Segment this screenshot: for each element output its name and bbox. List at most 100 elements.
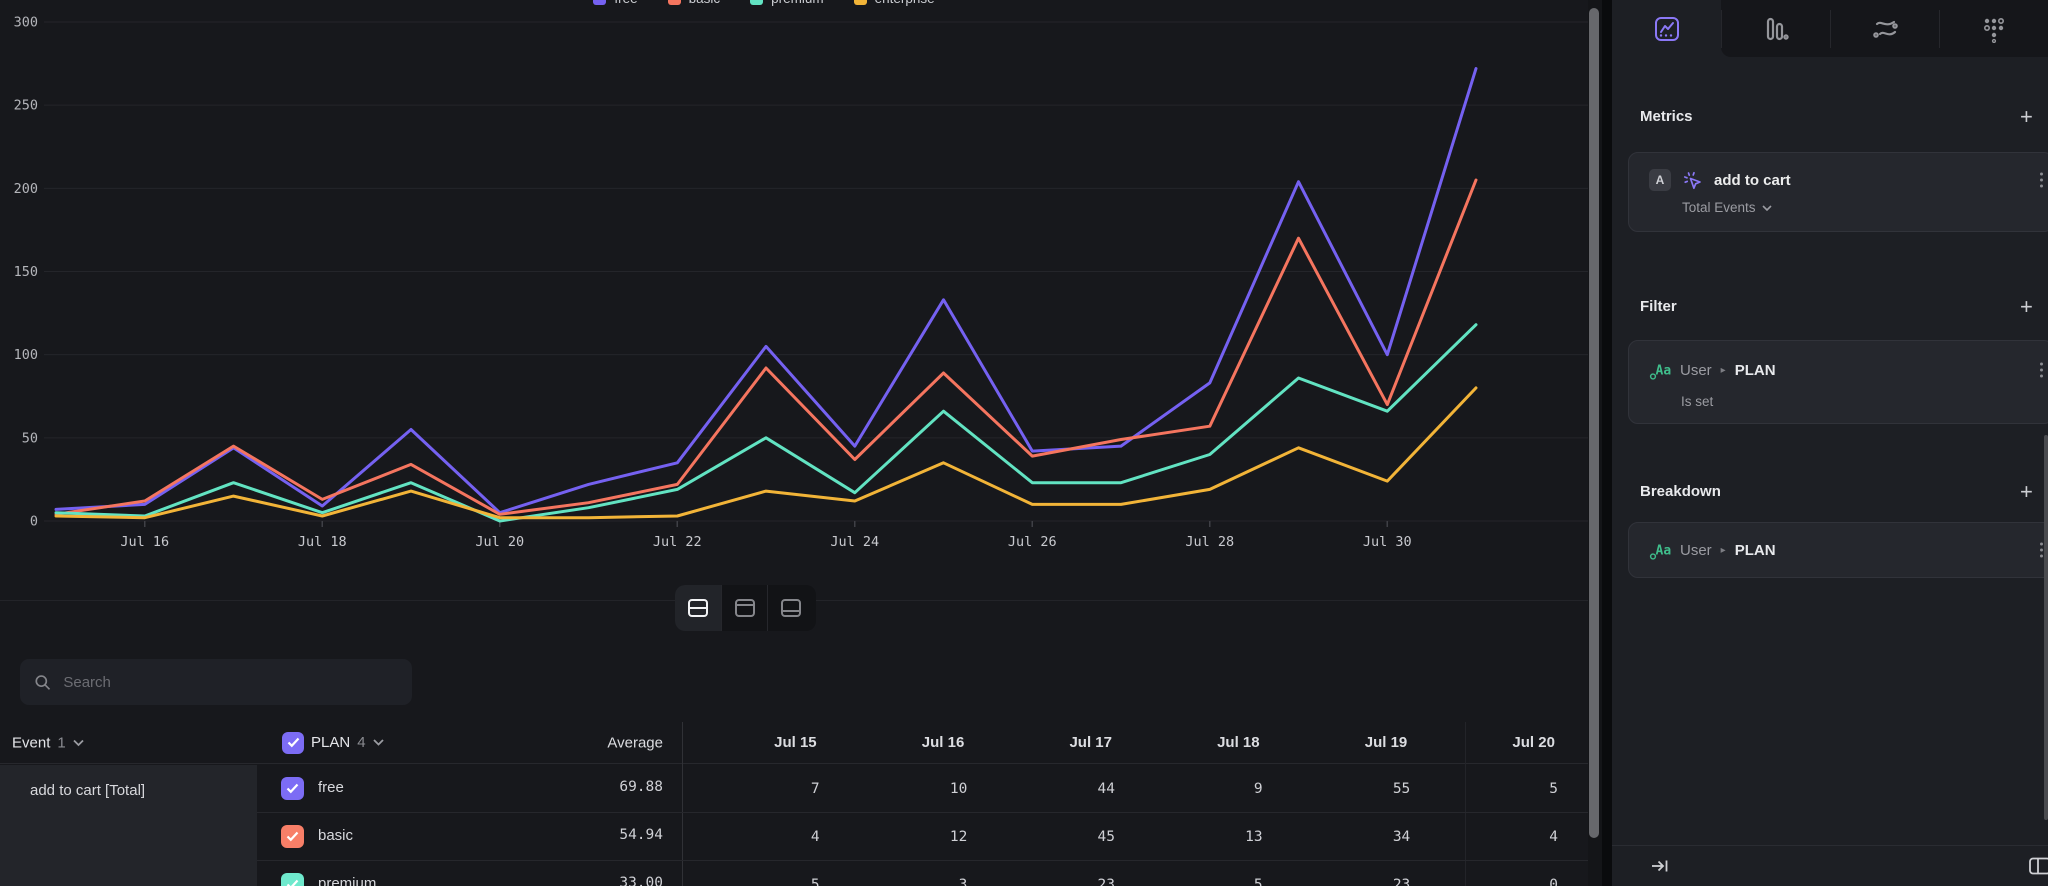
breadcrumb-arrow-icon: ▸ bbox=[1721, 545, 1726, 556]
metric-measure-dropdown[interactable]: Total Events bbox=[1682, 200, 1772, 215]
vertical-scrollbar[interactable] bbox=[1589, 8, 1599, 838]
legend-swatch bbox=[668, 0, 681, 5]
value-cell: 12 bbox=[830, 813, 978, 860]
value-cell: 23 bbox=[977, 861, 1125, 886]
x-axis-label: Jul 28 bbox=[1185, 534, 1234, 550]
row-name: premium bbox=[318, 875, 376, 886]
value-cell: 23 bbox=[1273, 861, 1421, 886]
add-breakdown-button[interactable]: + bbox=[2020, 482, 2046, 502]
y-axis-label: 50 bbox=[22, 430, 38, 446]
panel-top-icon bbox=[732, 595, 758, 621]
legend-swatch bbox=[593, 0, 606, 5]
tab-separator bbox=[1721, 10, 1722, 48]
grid-dots-icon bbox=[1980, 15, 2008, 43]
y-axis-label: 250 bbox=[14, 98, 38, 114]
y-axis-label: 100 bbox=[14, 347, 38, 363]
row-average: 33.00 bbox=[557, 875, 663, 886]
value-cell: 3 bbox=[830, 861, 978, 886]
metric-measure-label: Total Events bbox=[1682, 200, 1756, 215]
y-axis-label: 0 bbox=[30, 514, 38, 530]
chevron-down-icon bbox=[373, 739, 384, 746]
layout-toggle-panel-bottom[interactable] bbox=[767, 585, 813, 631]
free-checkbox[interactable] bbox=[281, 777, 304, 800]
y-axis-label: 200 bbox=[14, 181, 38, 197]
property-aa-icon: Aa bbox=[1649, 359, 1671, 381]
filter-options-kebab[interactable] bbox=[2040, 363, 2043, 378]
main-panel: 050100150200250300Jul 16Jul 18Jul 20Jul … bbox=[0, 0, 1602, 886]
property-aa-icon: Aa bbox=[1649, 539, 1671, 561]
average-column-header: Average bbox=[540, 734, 663, 751]
sidebar-scrollbar[interactable] bbox=[2044, 435, 2048, 820]
legend-label: basic bbox=[689, 0, 721, 6]
config-sidebar: Metrics + A add to cart Total Events bbox=[1612, 0, 2048, 886]
x-axis-label: Jul 26 bbox=[1008, 534, 1057, 550]
row-group-panel: add to cart [Total] bbox=[0, 765, 257, 886]
x-axis-label: Jul 24 bbox=[830, 534, 879, 550]
legend-item-free[interactable]: free bbox=[593, 0, 637, 6]
legend-swatch bbox=[854, 0, 867, 5]
value-cell: 34 bbox=[1273, 813, 1421, 860]
analytics-app: 050100150200250300Jul 16Jul 18Jul 20Jul … bbox=[0, 0, 2048, 886]
table-row-free: free 69.88 710449555 bbox=[257, 765, 1588, 813]
y-axis-label: 300 bbox=[14, 15, 38, 31]
legend-item-basic[interactable]: basic bbox=[668, 0, 721, 6]
breakdown-card[interactable]: Aa User ▸ PLAN bbox=[1628, 522, 2048, 578]
breakdown-options-kebab[interactable] bbox=[2040, 543, 2043, 558]
row-average: 69.88 bbox=[557, 779, 663, 795]
legend-item-premium[interactable]: premium bbox=[750, 0, 824, 6]
svg-text:Aa: Aa bbox=[1656, 364, 1672, 379]
chevron-down-icon bbox=[1762, 205, 1772, 211]
collapse-panel-icon[interactable] bbox=[1650, 856, 1670, 876]
filter-scope: User bbox=[1680, 362, 1712, 379]
breadcrumb-arrow-icon: ▸ bbox=[1721, 365, 1726, 376]
filter-condition-label: Is set bbox=[1681, 394, 1713, 409]
legend-item-enterprise[interactable]: enterprise bbox=[854, 0, 935, 6]
breakdown-heading: Breakdown bbox=[1640, 483, 1721, 500]
layout-toggle-split-rows[interactable] bbox=[675, 585, 721, 631]
tab-line-chart[interactable] bbox=[1612, 0, 1721, 57]
filter-condition[interactable]: Is set bbox=[1681, 394, 1713, 409]
table-row-premium: premium33.0053235230 bbox=[257, 861, 1588, 886]
event-column-dropdown[interactable]: Event 1 bbox=[12, 734, 84, 751]
metric-title: add to cart bbox=[1714, 172, 1791, 189]
premium-checkbox[interactable] bbox=[281, 873, 304, 886]
plan-select-all-checkbox[interactable] bbox=[282, 732, 304, 754]
series-line-free[interactable] bbox=[56, 69, 1476, 513]
date-column-header: Jul 15 bbox=[679, 722, 827, 763]
value-cell: 5 bbox=[682, 861, 830, 886]
metric-options-kebab[interactable] bbox=[2040, 173, 2043, 188]
basic-checkbox[interactable] bbox=[281, 825, 304, 848]
bar-chart-icon bbox=[1762, 15, 1790, 43]
value-cell: 55 bbox=[1273, 765, 1421, 812]
panel-columns-icon[interactable] bbox=[2028, 856, 2048, 876]
metric-card[interactable]: A add to cart Total Events bbox=[1628, 152, 2048, 232]
tab-separator bbox=[1939, 10, 1940, 48]
plan-column-dropdown[interactable]: PLAN 4 bbox=[282, 732, 384, 754]
value-cell: 45 bbox=[977, 813, 1125, 860]
table-rows: free 69.88 710449555basic54.944124513344 pr… bbox=[257, 765, 1588, 886]
date-column-headers: Jul 15Jul 16Jul 17Jul 18Jul 19Jul 20 bbox=[679, 722, 1565, 763]
panel-gap bbox=[1602, 0, 1612, 886]
date-column-header: Jul 17 bbox=[974, 722, 1122, 763]
table-body: add to cart [Total] free 69.88 710449555ba… bbox=[0, 765, 1588, 886]
breakdown-property: PLAN bbox=[1735, 542, 1776, 559]
table-header: Event 1 PLAN 4 Average Jul 15Jul 16Jul 1… bbox=[0, 722, 1588, 763]
line-chart-icon bbox=[1652, 14, 1682, 44]
tab-grid-dots[interactable] bbox=[1939, 0, 2048, 57]
tab-bar-chart[interactable] bbox=[1721, 0, 1830, 57]
add-metric-button[interactable]: + bbox=[2020, 107, 2046, 127]
filter-property: PLAN bbox=[1735, 362, 1776, 379]
plan-label: PLAN bbox=[311, 734, 350, 751]
search-input[interactable] bbox=[61, 673, 398, 692]
tab-stream[interactable] bbox=[1830, 0, 1939, 57]
layout-toggle-panel-top[interactable] bbox=[721, 585, 767, 631]
filter-card[interactable]: Aa User ▸ PLAN Is set bbox=[1628, 340, 2048, 424]
date-column-header: Jul 16 bbox=[827, 722, 975, 763]
add-filter-button[interactable]: + bbox=[2020, 297, 2046, 317]
event-count: 1 bbox=[57, 734, 65, 751]
row-values: 710449555 bbox=[682, 765, 1568, 812]
row-name: free bbox=[318, 779, 344, 796]
row-group-label: add to cart [Total] bbox=[30, 782, 145, 799]
table-row-basic: basic54.944124513344 bbox=[257, 813, 1588, 861]
search-box[interactable] bbox=[20, 659, 412, 705]
